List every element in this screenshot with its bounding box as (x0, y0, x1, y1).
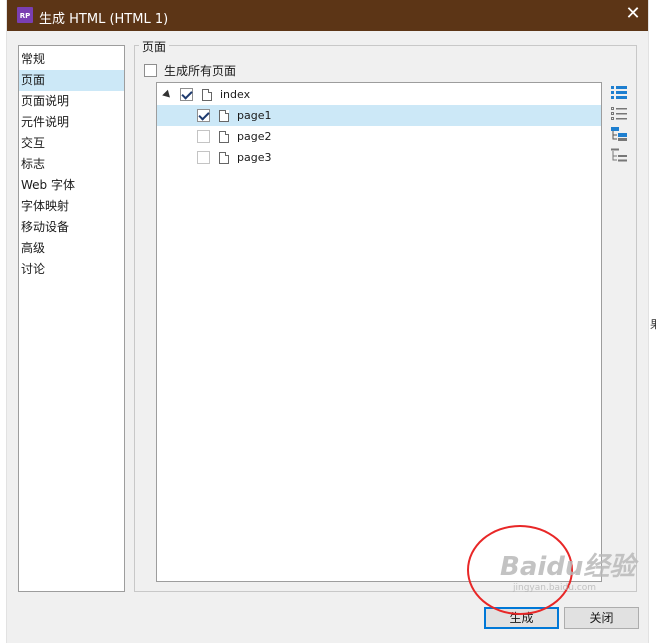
check-children-icon[interactable] (610, 126, 628, 142)
uncheck-children-icon[interactable] (610, 147, 628, 163)
expand-arrow-icon[interactable] (162, 89, 173, 101)
tree-row-index[interactable]: index (157, 84, 601, 105)
tree-row-page2[interactable]: page2 (157, 126, 601, 147)
nav-item-general[interactable]: 常规 (19, 49, 124, 70)
generate-all-pages-checkbox[interactable] (144, 64, 157, 77)
nav-item-advanced[interactable]: 高级 (19, 238, 124, 259)
watermark-subtext: jingyan.baidu.com (513, 583, 597, 593)
tree-row-page1[interactable]: page1 (157, 105, 601, 126)
nav-item-discussion[interactable]: 讨论 (19, 259, 124, 280)
watermark-text: Baidu经验 (500, 552, 636, 582)
generate-all-pages-option[interactable]: 生成所有页面 (144, 62, 236, 79)
tree-checkbox-page1[interactable] (197, 109, 210, 122)
window-title: 生成 HTML (HTML 1) (39, 12, 169, 27)
axure-rp-icon: RP (17, 7, 33, 23)
tree-label-page1: page1 (237, 109, 272, 122)
title-bar: RP 生成 HTML (HTML 1) ✕ (7, 0, 648, 31)
tree-checkbox-page2[interactable] (197, 130, 210, 143)
nav-item-web-fonts[interactable]: Web 字体 (19, 175, 124, 196)
page-icon (219, 130, 229, 143)
background-app-right: 果 (648, 0, 656, 643)
generate-all-pages-label: 生成所有页面 (164, 64, 237, 78)
nav-item-pages[interactable]: 页面 (19, 70, 124, 91)
nav-item-logo[interactable]: 标志 (19, 154, 124, 175)
tree-checkbox-page3[interactable] (197, 151, 210, 164)
page-icon (202, 88, 212, 101)
close-icon[interactable]: ✕ (621, 3, 645, 27)
nav-item-widget-notes[interactable]: 元件说明 (19, 112, 124, 133)
nav-item-interactions[interactable]: 交互 (19, 133, 124, 154)
tree-label-page2: page2 (237, 130, 272, 143)
page-icon (219, 151, 229, 164)
uncheck-all-icon[interactable] (610, 105, 628, 121)
tree-label-index: index (220, 88, 251, 101)
close-button[interactable]: 关闭 (564, 607, 639, 629)
background-app-left (0, 0, 7, 643)
tree-checkbox-index[interactable] (180, 88, 193, 101)
pages-group-label: 页面 (139, 38, 170, 55)
nav-item-page-notes[interactable]: 页面说明 (19, 91, 124, 112)
tree-row-page3[interactable]: page3 (157, 147, 601, 168)
background-text: 果 (650, 318, 656, 331)
page-tree: index page1 page2 page3 (156, 82, 602, 582)
tree-label-page3: page3 (237, 151, 272, 164)
page-icon (219, 109, 229, 122)
settings-nav-list: 常规 页面 页面说明 元件说明 交互 标志 Web 字体 字体映射 移动设备 高… (18, 45, 125, 592)
nav-item-font-mappings[interactable]: 字体映射 (19, 196, 124, 217)
nav-item-mobile[interactable]: 移动设备 (19, 217, 124, 238)
check-all-icon[interactable] (610, 84, 628, 100)
